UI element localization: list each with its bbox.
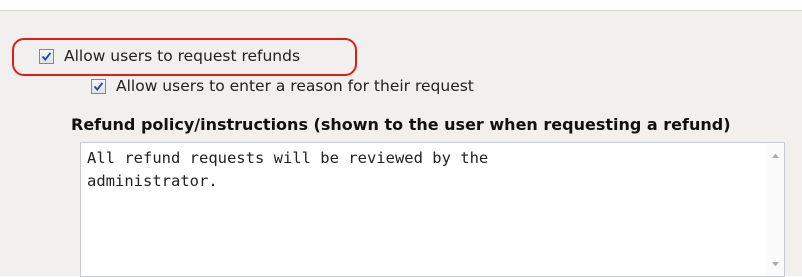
scroll-down-arrow-icon[interactable] — [766, 256, 784, 272]
checkmark-icon — [93, 81, 104, 91]
scroll-up-arrow-icon[interactable] — [766, 147, 784, 163]
refund-policy-label: Refund policy/instructions (shown to the… — [71, 115, 731, 134]
refund-policy-text[interactable]: All refund requests will be reviewed by … — [87, 147, 754, 193]
allow-reason-row[interactable]: Allow users to enter a reason for their … — [91, 77, 474, 95]
refund-policy-textarea[interactable]: All refund requests will be reviewed by … — [80, 142, 785, 277]
allow-reason-checkbox[interactable] — [91, 78, 106, 94]
textarea-scrollbar[interactable] — [766, 143, 784, 276]
allow-reason-label: Allow users to enter a reason for their … — [116, 77, 474, 95]
refund-settings-panel: Allow users to request refunds Allow use… — [0, 10, 802, 277]
checkmark-icon — [41, 51, 52, 61]
allow-refund-requests-row[interactable]: Allow users to request refunds — [39, 47, 300, 65]
allow-refund-requests-checkbox[interactable] — [39, 48, 54, 64]
allow-refund-requests-label: Allow users to request refunds — [64, 47, 301, 65]
